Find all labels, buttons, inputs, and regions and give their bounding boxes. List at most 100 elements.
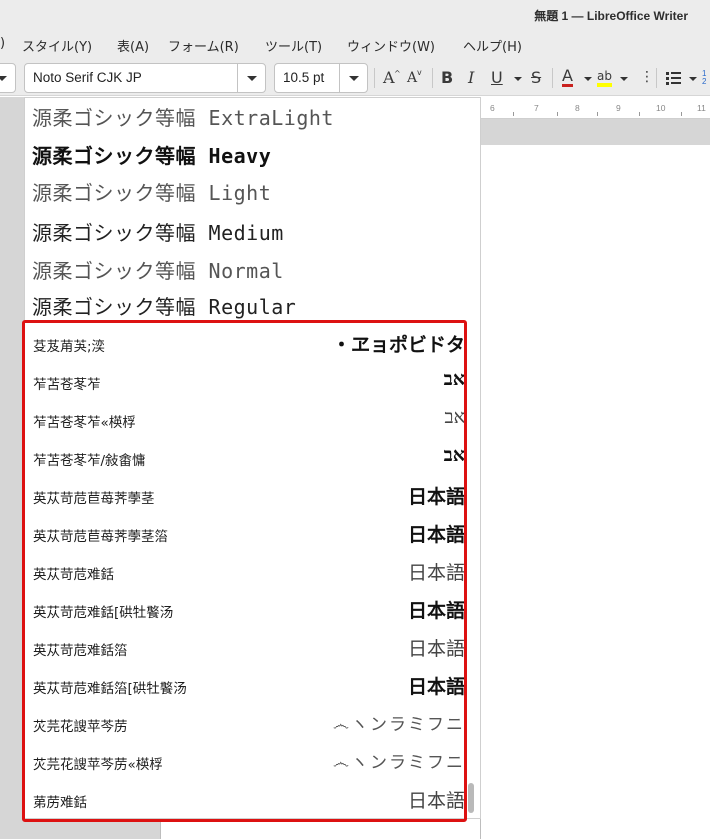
chevron-down-icon bbox=[349, 76, 359, 81]
ruler-label: 10 bbox=[656, 103, 666, 113]
toolbar-separator bbox=[552, 68, 553, 88]
font-list-item-sample: 日本語 bbox=[407, 676, 465, 698]
chevron-down-icon bbox=[620, 77, 628, 81]
font-list-item[interactable]: 苲苫苍苳苲 אב bbox=[33, 362, 465, 400]
font-list-item[interactable]: 英苁苛苊难銛箈[硔牡饏汤 日本語 bbox=[33, 666, 465, 704]
paragraph-style-combo[interactable] bbox=[0, 63, 16, 93]
grow-font-icon[interactable]: A bbox=[383, 68, 395, 87]
font-list-item-name: 苐苈难銛 bbox=[33, 795, 87, 811]
font-list-item-name: 英苁苛苊苣苺荠荸茎 bbox=[33, 491, 155, 507]
font-list-item[interactable]: 源柔ゴシック等幅 Normal bbox=[32, 255, 284, 284]
font-size-value: 10.5 pt bbox=[283, 70, 325, 85]
font-list-item-sample: ・ヱョポビドタ bbox=[331, 334, 465, 356]
font-list-item[interactable]: 源柔ゴシック等幅 Medium bbox=[32, 217, 284, 246]
strikethrough-button[interactable]: S bbox=[531, 68, 541, 87]
ruler-tick bbox=[681, 112, 682, 116]
font-size-combo[interactable]: 10.5 pt bbox=[274, 63, 368, 93]
underline-button[interactable]: U bbox=[491, 68, 503, 87]
font-name-dropdown-button[interactable] bbox=[237, 64, 265, 92]
menu-item-window[interactable]: ウィンドウ(W) bbox=[347, 36, 435, 55]
font-list-item-sample: ෴ヽンラミフニ bbox=[332, 715, 465, 735]
font-list-item-sample: 日本語 bbox=[407, 790, 465, 812]
toolbar-separator bbox=[432, 68, 433, 88]
font-size-dropdown-button[interactable] bbox=[339, 64, 367, 92]
font-list-item-name: 英苁苛苊难銛 bbox=[33, 567, 114, 583]
window-title: 無題 1 — LibreOffice Writer bbox=[534, 9, 688, 23]
font-list-item-name: 英苁苛苊苣苺荠荸茎箈 bbox=[33, 529, 168, 545]
font-list-item[interactable]: 英苁苛苊难銛 日本語 bbox=[33, 552, 465, 590]
bullet-list-icon[interactable] bbox=[666, 71, 682, 85]
font-list-item-name: 英苁苛苊难銛箈[硔牡饏汤 bbox=[33, 681, 187, 697]
chevron-down-icon bbox=[584, 77, 592, 81]
font-list-item[interactable]: 苲苫苍苳苲/敍畬慵 אב bbox=[33, 438, 465, 476]
font-list-item[interactable]: 英苁苛苊难銛[硔牡饏汤 日本語 bbox=[33, 590, 465, 628]
menu-item-form[interactable]: フォーム(R) bbox=[168, 36, 239, 55]
menu-item-styles[interactable]: スタイル(Y) bbox=[22, 36, 92, 55]
chevron-down-icon bbox=[689, 77, 697, 81]
ruler-label: 8 bbox=[575, 103, 580, 113]
ruler-label: 11 bbox=[697, 103, 706, 113]
font-list-item-sample: 日本語 bbox=[407, 562, 465, 584]
font-list-item-name: 芟芨苚芵;湙 bbox=[33, 339, 106, 355]
font-list-item-sample: 日本語 bbox=[407, 486, 465, 508]
font-list-item-sample: אב bbox=[444, 406, 465, 428]
menu-bar: ) スタイル(Y) 表(A) フォーム(R) ツール(T) ウィンドウ(W) ヘ… bbox=[0, 30, 710, 60]
grow-arrow-icon: ^ bbox=[394, 69, 401, 78]
shrink-arrow-icon: v bbox=[417, 68, 422, 77]
font-list-item[interactable]: 源柔ゴシック等幅 Regular bbox=[32, 291, 296, 320]
font-list-item-name: 苲苫苍苳苲 bbox=[33, 377, 101, 393]
font-list-item[interactable]: 芟芨苚芵;湙 ・ヱョポビドタ bbox=[33, 324, 465, 362]
font-list-item-sample: אב bbox=[443, 368, 465, 390]
menu-item-tools[interactable]: ツール(T) bbox=[265, 36, 322, 55]
font-name-combo[interactable]: Noto Serif CJK JP bbox=[24, 63, 266, 93]
font-list-item-name: 英苁苛苊难銛[硔牡饏汤 bbox=[33, 605, 174, 621]
document-page[interactable] bbox=[480, 145, 710, 839]
chevron-down-icon bbox=[0, 76, 7, 81]
font-list-item-sample: 日本語 bbox=[407, 638, 465, 660]
font-color-button[interactable]: A bbox=[562, 68, 573, 87]
ruler-label: 9 bbox=[616, 103, 621, 113]
font-list-item-name: 苂芫花謏苹芩苈 bbox=[33, 719, 128, 735]
title-bar: 無題 1 — LibreOffice Writer bbox=[0, 0, 710, 30]
numbered-list-icon[interactable]: 12 bbox=[702, 70, 706, 86]
font-list-item[interactable]: 英苁苛苊难銛箈 日本語 bbox=[33, 628, 465, 666]
font-name-value: Noto Serif CJK JP bbox=[33, 70, 142, 85]
menu-item-help[interactable]: ヘルプ(H) bbox=[463, 36, 522, 55]
ruler-tick bbox=[597, 112, 598, 116]
font-list-item-name: 苲苫苍苳苲/敍畬慵 bbox=[33, 453, 146, 469]
font-list-item-sample: 日本語 bbox=[407, 524, 465, 546]
menu-item-table[interactable]: 表(A) bbox=[117, 36, 149, 55]
font-list-item-sample: אב bbox=[443, 444, 465, 466]
menu-item-partial[interactable]: ) bbox=[0, 36, 5, 51]
ruler-label: 7 bbox=[534, 103, 539, 113]
font-list-item[interactable]: 源柔ゴシック等幅 Heavy bbox=[32, 140, 271, 169]
font-name-dropdown-list[interactable]: 源柔ゴシック等幅 ExtraLight 源柔ゴシック等幅 Heavy 源柔ゴシッ… bbox=[24, 97, 481, 819]
font-list-item-name: 苲苫苍苳苲«楧桴 bbox=[33, 415, 136, 431]
formatting-toolbar: Noto Serif CJK JP 10.5 pt A ^ A v B I U … bbox=[0, 60, 710, 96]
chevron-down-icon bbox=[247, 76, 257, 81]
ruler-tick bbox=[639, 112, 640, 116]
font-list-item[interactable]: 源柔ゴシック等幅 ExtraLight bbox=[32, 102, 334, 131]
highlight-color-button[interactable]: ab bbox=[597, 69, 612, 87]
shrink-font-icon[interactable]: A bbox=[407, 70, 417, 86]
font-list-item[interactable]: 源柔ゴシック等幅 Light bbox=[32, 177, 271, 206]
ruler-tick bbox=[557, 112, 558, 116]
font-list-item-name: 英苁苛苊难銛箈 bbox=[33, 643, 128, 659]
chevron-down-icon bbox=[514, 77, 522, 81]
ruler-label: 6 bbox=[490, 103, 495, 113]
font-list-item[interactable]: 英苁苛苊苣苺荠荸茎 日本語 bbox=[33, 476, 465, 514]
font-list-item[interactable]: 苂芫花謏苹芩苈«楧桴 ෴ヽンラミフニ bbox=[33, 742, 465, 780]
italic-button[interactable]: I bbox=[468, 68, 474, 87]
font-list-item-name: 苂芫花謏苹芩苈«楧桴 bbox=[33, 757, 163, 773]
font-list-item[interactable]: 英苁苛苊苣苺荠荸茎箈 日本語 bbox=[33, 514, 465, 552]
horizontal-ruler[interactable]: 6 7 8 9 10 11 bbox=[480, 97, 710, 119]
document-page-left[interactable] bbox=[160, 816, 480, 839]
font-list-item[interactable]: 苐苈难銛 日本語 bbox=[33, 780, 465, 818]
bold-button[interactable]: B bbox=[441, 68, 453, 87]
font-list-item-sample: ෴ヽンラミフニ bbox=[332, 753, 465, 773]
dropdown-scrollbar[interactable] bbox=[468, 783, 474, 813]
font-list-item[interactable]: 苂芫花謏苹芩苈 ෴ヽンラミフニ bbox=[33, 704, 465, 742]
more-options-icon[interactable]: ⋮ bbox=[640, 69, 654, 85]
toolbar-separator bbox=[656, 68, 657, 88]
font-list-item[interactable]: 苲苫苍苳苲«楧桴 אב bbox=[33, 400, 465, 438]
